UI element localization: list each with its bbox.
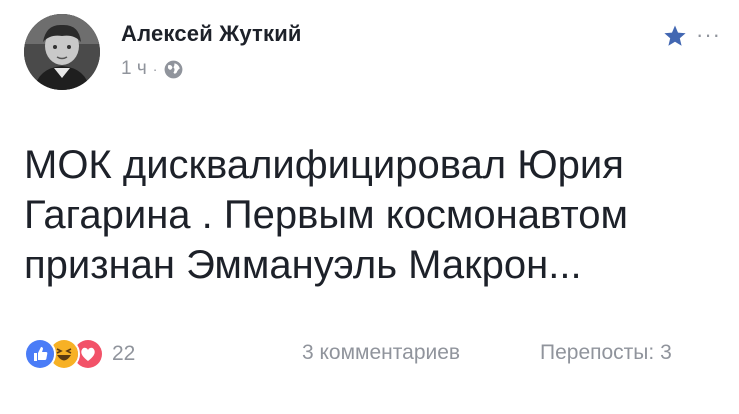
- globe-icon[interactable]: [163, 59, 184, 80]
- shares-link[interactable]: Перепосты: 3: [540, 341, 672, 365]
- post-text: МОК дисквалифицировал Юрия Гагарина . Пе…: [24, 140, 724, 290]
- author-name[interactable]: Алексей Жуткий: [121, 21, 302, 47]
- star-icon[interactable]: [662, 24, 688, 48]
- comments-link[interactable]: 3 комментариев: [302, 341, 460, 365]
- post-time[interactable]: 1 ч: [121, 58, 147, 80]
- avatar-photo: [24, 14, 100, 90]
- author-avatar[interactable]: [24, 14, 100, 90]
- post-text-line: Гагарина . Первым космонавтом: [24, 193, 629, 237]
- more-options-icon[interactable]: ···: [696, 22, 721, 48]
- meta-separator: ·: [152, 61, 158, 77]
- like-icon: [24, 338, 56, 370]
- reaction-count: 22: [112, 342, 136, 365]
- reactions-summary[interactable]: 22: [24, 338, 135, 370]
- post-meta: 1 ч ·: [121, 58, 184, 80]
- post-text-line: МОК дисквалифицировал Юрия: [24, 143, 624, 187]
- post-text-line: признан Эммануэль Макрон...: [24, 243, 582, 287]
